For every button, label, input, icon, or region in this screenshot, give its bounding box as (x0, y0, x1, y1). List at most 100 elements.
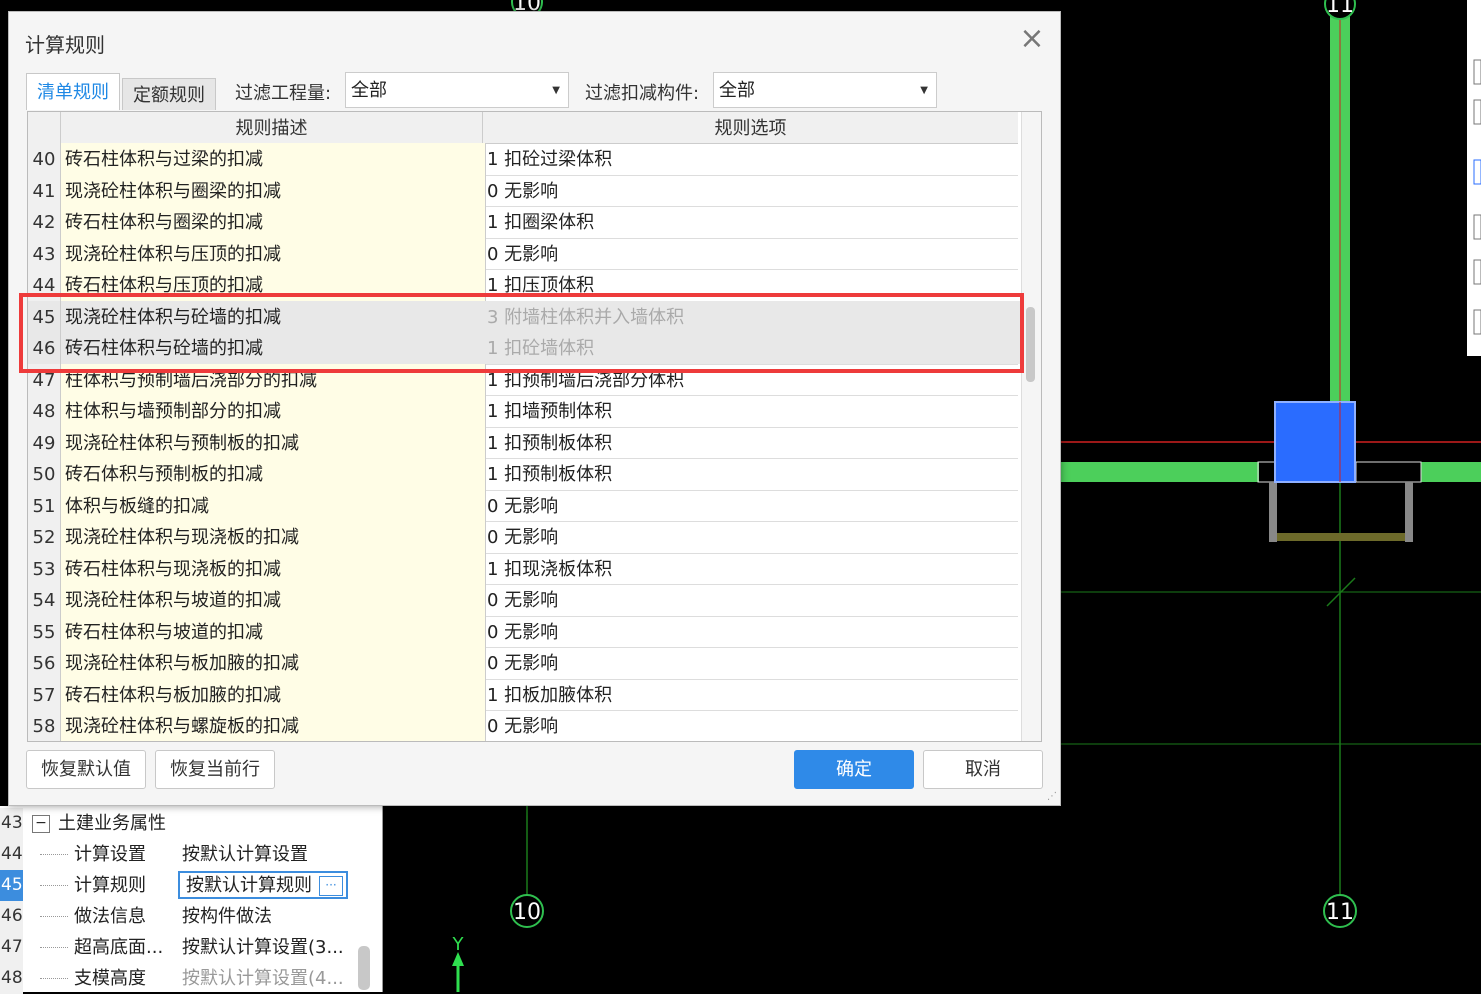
svg-text:Y: Y (452, 934, 465, 955)
prop-row-number: 45 (0, 870, 23, 901)
prop-value[interactable]: 按默认计算设置(4... (182, 963, 344, 994)
prop-row-number: 43 (0, 808, 23, 839)
row-number: 56 (28, 647, 61, 679)
filter-quantity-select[interactable]: 全部 ▼ (345, 72, 569, 108)
filter-quantity-label: 过滤工程量: (235, 83, 332, 104)
row-number: 51 (28, 489, 61, 521)
prop-row-number: 48 (0, 963, 23, 994)
vertical-scrollbar[interactable] (1021, 112, 1041, 741)
svg-text:10: 10 (513, 900, 541, 925)
prop-row-number: 44 (0, 839, 23, 870)
table-row[interactable]: 55 砖石柱体积与坡道的扣减 0 无影响 (28, 615, 1018, 648)
resize-grip-icon[interactable]: ⋰ (1047, 791, 1057, 802)
prop-row[interactable]: 46 做法信息 按构件做法 (0, 901, 382, 932)
row-number: 50 (28, 458, 61, 490)
axis-bubble-10-bottom: 10 (510, 894, 544, 928)
prop-row[interactable]: 44 计算设置 按默认计算设置 (0, 839, 382, 870)
row-number: 58 (28, 710, 61, 741)
prop-row-group[interactable]: 43 − 土建业务属性 (0, 808, 382, 839)
rule-description: 现浇砼柱体积与预制板的扣减 (61, 426, 486, 458)
prop-row[interactable]: 48 支模高度 按默认计算设置(4... (0, 963, 382, 994)
table-row[interactable]: 43 现浇砼柱体积与压顶的扣减 0 无影响 (28, 237, 1018, 270)
table-row[interactable]: 51 体积与板缝的扣减 0 无影响 (28, 489, 1018, 522)
rule-option[interactable]: 0 无影响 (483, 584, 1022, 616)
column-header-desc[interactable]: 规则描述 (61, 112, 483, 143)
table-row[interactable]: 52 现浇砼柱体积与现浇板的扣减 0 无影响 (28, 521, 1018, 554)
prop-row-number: 47 (0, 932, 23, 963)
svg-text:11: 11 (1326, 900, 1354, 925)
table-row[interactable]: 50 砖石体积与预制板的扣减 1 扣预制板体积 (28, 458, 1018, 491)
axis-bubble-11-bottom: 11 (1323, 894, 1357, 928)
row-number: 41 (28, 174, 61, 206)
table-row[interactable]: 53 砖石柱体积与现浇板的扣减 1 扣现浇板体积 (28, 552, 1018, 585)
axis-bubble-11-top: 11 (1324, 0, 1356, 20)
ellipsis-button[interactable]: ··· (319, 876, 343, 896)
svg-text:11: 11 (1326, 0, 1354, 18)
table-row[interactable]: 48 柱体积与墙预制部分的扣减 1 扣墙预制体积 (28, 395, 1018, 428)
rule-option[interactable]: 0 无影响 (483, 521, 1022, 553)
column-header-option[interactable]: 规则选项 (483, 112, 1018, 143)
rule-option[interactable]: 1 扣板加腋体积 (483, 679, 1022, 711)
calc-rules-dialog: 计算规则 × 清单规则 定额规则 过滤工程量: 全部 ▼ 过滤扣减构件: 全部 … (8, 11, 1061, 806)
rule-option[interactable]: 1 扣预制板体积 (483, 427, 1022, 459)
restore-row-button[interactable]: 恢复当前行 (155, 750, 275, 789)
scrollbar-thumb[interactable] (1026, 307, 1035, 382)
collapse-icon[interactable]: − (32, 815, 50, 833)
prop-value[interactable]: 按默认计算设置(3... (182, 932, 344, 963)
highlight-box (19, 293, 1024, 373)
cancel-button[interactable]: 取消 (923, 750, 1043, 789)
rule-description: 砖石柱体积与现浇板的扣减 (61, 552, 486, 584)
rule-option[interactable]: 1 扣砼过梁体积 (483, 143, 1022, 175)
row-number: 57 (28, 678, 61, 710)
grid-header: 规则描述 规则选项 (28, 112, 1018, 144)
rule-option[interactable]: 0 无影响 (483, 175, 1022, 207)
filter-quantity-value: 全部 (351, 80, 387, 101)
rule-option[interactable]: 1 扣预制板体积 (483, 458, 1022, 490)
prop-value-editor[interactable]: 按默认计算规则 ··· (178, 871, 348, 899)
rule-description: 砖石柱体积与板加腋的扣减 (61, 678, 486, 710)
prop-name: 计算设置 (74, 844, 146, 865)
table-row[interactable]: 56 现浇砼柱体积与板加腋的扣减 0 无影响 (28, 647, 1018, 680)
rule-option[interactable]: 0 无影响 (483, 647, 1022, 679)
rule-option[interactable]: 1 扣墙预制体积 (483, 395, 1022, 427)
row-number: 52 (28, 521, 61, 553)
dialog-title: 计算规则 (25, 33, 105, 57)
props-scrollbar[interactable] (358, 946, 370, 990)
header-corner (28, 112, 61, 143)
prop-row[interactable]: 47 超高底面... 按默认计算设置(3... (0, 932, 382, 963)
prop-value[interactable]: 按构件做法 (182, 901, 272, 932)
prop-row-selected[interactable]: 45 计算规则 按默认计算规则 ··· (0, 870, 382, 901)
rule-description: 现浇砼柱体积与坡道的扣减 (61, 584, 486, 616)
tab-quota-rules[interactable]: 定额规则 (122, 78, 216, 110)
row-number: 55 (28, 615, 61, 647)
close-icon[interactable]: × (1017, 24, 1047, 54)
rule-description: 现浇砼柱体积与现浇板的扣减 (61, 521, 486, 553)
prop-value[interactable]: 按默认计算设置 (182, 839, 308, 870)
rule-option[interactable]: 0 无影响 (483, 238, 1022, 270)
rule-option[interactable]: 1 扣现浇板体积 (483, 553, 1022, 585)
table-row[interactable]: 42 砖石柱体积与圈梁的扣减 1 扣圈梁体积 (28, 206, 1018, 239)
restore-default-button[interactable]: 恢复默认值 (26, 750, 146, 789)
ok-button[interactable]: 确定 (794, 750, 914, 789)
filter-component-select[interactable]: 全部 ▼ (713, 72, 937, 108)
table-row[interactable]: 57 砖石柱体积与板加腋的扣减 1 扣板加腋体积 (28, 678, 1018, 711)
rule-option[interactable]: 0 无影响 (483, 710, 1022, 741)
rule-option[interactable]: 1 扣圈梁体积 (483, 206, 1022, 238)
table-row[interactable]: 54 现浇砼柱体积与坡道的扣减 0 无影响 (28, 584, 1018, 617)
table-row[interactable]: 40 砖石柱体积与过梁的扣减 1 扣砼过梁体积 (28, 143, 1018, 176)
rule-description: 砖石体积与预制板的扣减 (61, 458, 486, 490)
rule-description: 砖石柱体积与圈梁的扣减 (61, 206, 486, 238)
prop-name: 土建业务属性 (58, 813, 166, 834)
rule-option[interactable]: 0 无影响 (483, 490, 1022, 522)
table-row[interactable]: 58 现浇砼柱体积与螺旋板的扣减 0 无影响 (28, 710, 1018, 741)
rule-option[interactable]: 0 无影响 (483, 616, 1022, 648)
row-number: 43 (28, 237, 61, 269)
row-number: 48 (28, 395, 61, 427)
rule-description: 现浇砼柱体积与圈梁的扣减 (61, 174, 486, 206)
table-row[interactable]: 41 现浇砼柱体积与圈梁的扣减 0 无影响 (28, 174, 1018, 207)
filter-component-value: 全部 (719, 80, 755, 101)
table-row[interactable]: 49 现浇砼柱体积与预制板的扣减 1 扣预制板体积 (28, 426, 1018, 459)
row-number: 54 (28, 584, 61, 616)
chevron-down-icon: ▼ (552, 85, 560, 96)
tab-list-rules[interactable]: 清单规则 (26, 73, 120, 110)
